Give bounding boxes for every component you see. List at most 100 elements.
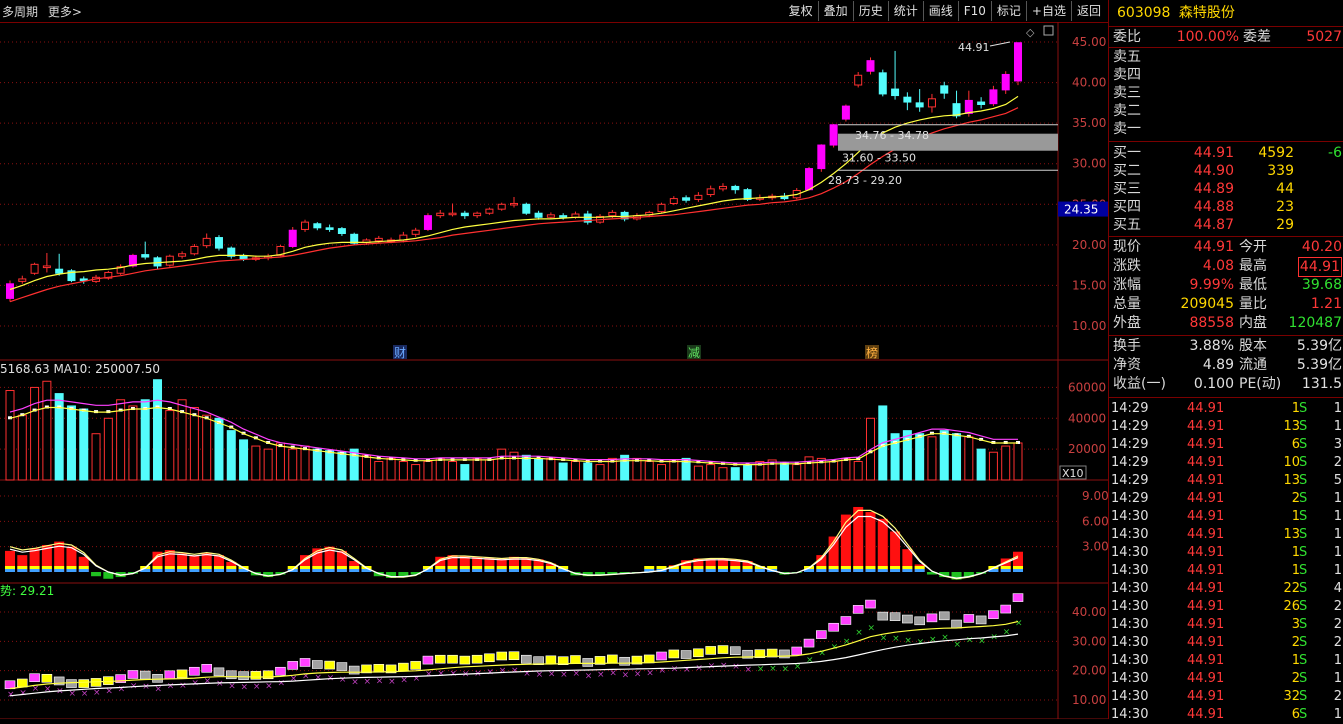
trend-block <box>545 655 557 665</box>
trend-cross-mark: × <box>966 635 974 645</box>
tick-volume: 10 <box>1283 455 1300 470</box>
candle-body <box>202 237 211 247</box>
volume-bar <box>693 465 703 481</box>
candle-body <box>657 203 666 213</box>
macd-bar-yellow <box>545 566 556 569</box>
bid-label: 买三 <box>1113 181 1141 197</box>
candle-body <box>497 203 506 210</box>
trend-cross-mark: × <box>781 665 789 675</box>
candle-body <box>682 197 691 201</box>
stock-name: 森特股份 <box>1178 5 1235 21</box>
price-tick-label: 10.00 <box>1072 319 1106 333</box>
volume-bar <box>558 462 568 481</box>
trend-cross-mark: × <box>646 669 654 679</box>
volume-bar <box>792 464 802 481</box>
macd-bar-yellow <box>213 566 224 569</box>
volume-bar <box>730 467 740 481</box>
trend-cross-mark: × <box>81 689 89 699</box>
trend-block <box>668 649 680 659</box>
trend-block <box>127 670 139 679</box>
macd-bar-blue <box>349 569 360 572</box>
stat-label-2: 最高 <box>1239 258 1267 274</box>
tick-time: 14:29 <box>1111 473 1149 488</box>
trend-cross-mark: × <box>93 688 101 698</box>
price-tick-label: 15.00 <box>1072 278 1106 292</box>
volume-bar <box>583 462 593 481</box>
volume-bar <box>1001 445 1011 481</box>
volume-bar <box>226 430 236 481</box>
candle-body <box>841 105 850 120</box>
macd-bar-yellow <box>865 566 876 569</box>
macd-bar-yellow <box>717 566 728 569</box>
stat2-value: 4.89 <box>1202 357 1234 373</box>
tick-side: S <box>1299 563 1308 578</box>
price-tick-label: 20.00 <box>1072 238 1106 252</box>
kline-chart[interactable]: 45.0040.0035.0030.0025.0020.0015.0010.00… <box>0 0 1108 719</box>
trend-block <box>816 630 827 639</box>
candle-body <box>288 229 297 247</box>
macd-bar-yellow <box>435 566 446 569</box>
trend-block <box>189 666 200 676</box>
macd-bar-blue <box>447 569 458 572</box>
trend-cross-mark: × <box>388 677 396 687</box>
candle-body <box>546 214 555 218</box>
macd-bar-blue <box>902 569 913 572</box>
macd-bar-blue <box>521 569 532 572</box>
volume-bar <box>534 457 544 481</box>
volume-bar <box>743 464 753 481</box>
volume-bar <box>91 433 101 481</box>
stat-row: 总量 209045 量比 1.21 <box>1109 295 1343 313</box>
trend-block <box>914 616 925 626</box>
trend-block <box>471 654 483 664</box>
trend-block <box>103 676 114 685</box>
macd-bar-yellow <box>300 566 311 569</box>
volume-bar <box>116 399 126 481</box>
tick-volume: 13 <box>1283 473 1300 488</box>
tick-side: S <box>1299 707 1308 722</box>
weicha-label: 委差 <box>1243 29 1271 45</box>
stat2-label: 换手 <box>1113 338 1141 354</box>
volume-bar <box>546 457 556 481</box>
candle-body <box>214 237 223 249</box>
stat-label: 外盘 <box>1113 315 1141 331</box>
bid-label: 买二 <box>1113 163 1141 179</box>
macd-bar-blue <box>29 569 40 572</box>
trend-tick-label: 30.00 <box>1072 634 1106 648</box>
bid-volume: 4592 <box>1258 145 1294 161</box>
candle-body <box>301 221 310 230</box>
macd-bar-blue <box>459 569 470 572</box>
tick-time: 14:30 <box>1111 563 1149 578</box>
macd-bar-yellow <box>742 566 753 569</box>
candle-body <box>30 263 39 274</box>
trend-cross-mark: × <box>806 656 814 666</box>
event-marker-label: 财 <box>394 346 406 360</box>
ask-label: 卖五 <box>1113 49 1141 65</box>
tick-price: 44.91 <box>1187 473 1225 488</box>
trend-cross-mark: × <box>609 669 617 679</box>
price-tick-label: 30.00 <box>1072 157 1106 171</box>
trend-cross-mark: × <box>19 688 27 698</box>
stat-value-2: 120487 <box>1288 315 1342 331</box>
macd-bar-blue <box>226 569 237 572</box>
candle-body <box>165 255 174 266</box>
trend-cross-mark: × <box>917 637 925 647</box>
trend-label: 势: 29.21 <box>0 584 54 598</box>
tick-time: 14:30 <box>1111 635 1149 650</box>
trend-block <box>656 651 667 661</box>
stat2-label: 收益(一) <box>1113 376 1166 392</box>
tick-price: 44.91 <box>1187 545 1225 560</box>
stat-value-2: 39.68 <box>1301 277 1342 293</box>
trend-block <box>29 673 40 683</box>
tick-row: 14:30 44.91 1 S 1 <box>1109 508 1343 526</box>
macd-bar-blue <box>300 569 311 572</box>
trend-cross-mark: × <box>7 690 15 700</box>
tick-side: S <box>1299 653 1308 668</box>
stat2-value-2: 5.39亿 <box>1296 338 1342 354</box>
trend-cross-mark: × <box>44 684 52 694</box>
candle-body <box>903 96 912 103</box>
macd-bar-yellow <box>484 566 495 569</box>
trend-block <box>717 645 729 654</box>
tick-time: 14:29 <box>1111 455 1149 470</box>
tick-row: 14:30 44.91 1 S 1 <box>1109 652 1343 670</box>
tick-time: 14:30 <box>1111 617 1149 632</box>
